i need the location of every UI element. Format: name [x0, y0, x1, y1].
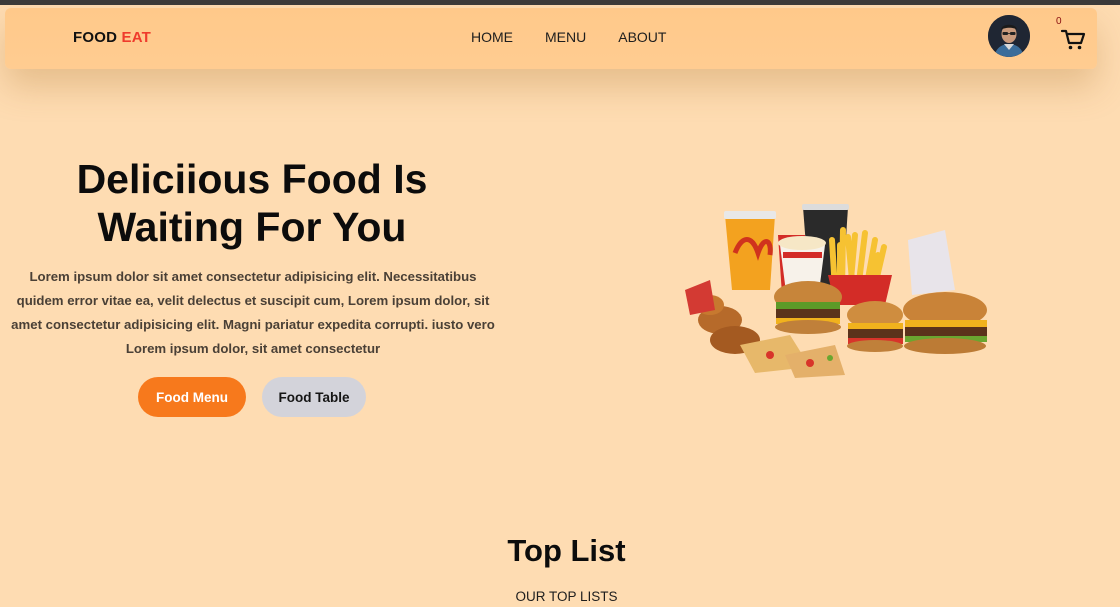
fast-food-illustration [685, 204, 987, 378]
hero-title: Deliciious Food Is Waiting For You [76, 156, 428, 250]
food-menu-button[interactable]: Food Menu [138, 377, 246, 417]
user-avatar-icon [988, 15, 1030, 57]
main-nav: HOME MENU ABOUT [471, 29, 666, 45]
fast-food-image [680, 195, 1000, 385]
cart-button[interactable] [1059, 25, 1087, 53]
food-table-button[interactable]: Food Table [262, 377, 366, 417]
cart-icon [1060, 29, 1086, 50]
hero-description: Lorem ipsum dolor sit amet consectetur a… [11, 269, 495, 356]
top-list-title: Top List [507, 533, 626, 568]
brand-name-food: FOOD [73, 29, 118, 46]
nav-home[interactable]: HOME [471, 29, 513, 45]
brand-name-eat: EAT [121, 29, 152, 46]
nav-about[interactable]: ABOUT [618, 29, 666, 45]
user-avatar[interactable] [988, 15, 1030, 57]
navbar: FOOD EAT HOME MENU ABOUT 0 [5, 8, 1097, 69]
browser-top-edge [0, 0, 1120, 5]
top-list-subtitle: OUR TOP LISTS [515, 589, 618, 604]
brand-logo[interactable]: FOOD EAT [73, 29, 151, 46]
nav-menu[interactable]: MENU [545, 29, 586, 45]
